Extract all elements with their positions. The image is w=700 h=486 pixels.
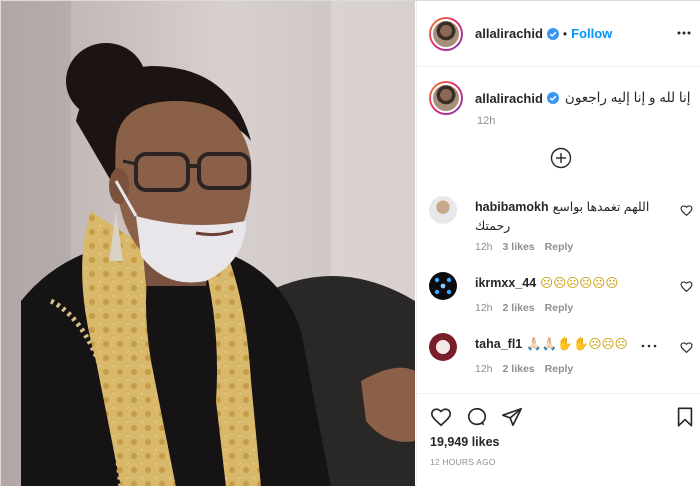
post-photo[interactable] [1,1,415,486]
follow-button[interactable]: Follow [571,26,612,41]
post-caption: allalirachid إنا لله و إنا إليه راجعون 1… [429,81,691,127]
caption-author-avatar[interactable] [429,81,463,115]
reply-button[interactable]: Reply [545,363,574,375]
commenter-avatar[interactable] [429,333,457,361]
likes-count[interactable]: 19,949 likes [430,435,500,449]
post-header: allalirachid • Follow [417,1,700,67]
comment-meta: 12h 2 likes Reply [475,363,583,375]
caption-timestamp[interactable]: 12h [477,115,495,127]
bookmark-icon[interactable] [674,406,696,428]
comment-text: ☹☹☹☹☹☹ [540,276,619,290]
comment-time[interactable]: 12h [475,302,493,314]
comment-time[interactable]: 12h [475,363,493,375]
verified-badge-icon [546,92,559,104]
commenter-username[interactable]: taha_fl1 [475,337,522,351]
post-side-panel: allalirachid • Follow allalirachid إنا ل… [416,1,700,486]
paper-plane-icon[interactable] [501,406,523,428]
heart-icon[interactable] [430,406,452,428]
instagram-post: allalirachid • Follow allalirachid إنا ل… [0,0,700,486]
author-avatar[interactable] [429,16,463,51]
comment-more-options-icon[interactable] [641,343,657,349]
more-options-icon[interactable] [676,25,692,41]
post-photo-illustration [1,1,415,486]
comment-text-line2: رحمتك [475,219,511,233]
comment-text: 🙏🏻🙏🏻✋✋☹☹☹ [526,337,628,351]
verified-badge-icon [546,27,559,40]
plus-circle-icon[interactable] [550,147,572,169]
commenter-avatar-art [434,277,452,295]
commenter-username[interactable]: habibamokh [475,200,549,214]
comment-like-heart-icon[interactable] [680,204,693,217]
comment-likes[interactable]: 3 likes [503,241,535,253]
post-actions: 19,949 likes 12 HOURS AGO [417,393,700,486]
comment-text: اللهم تغمدها بواسع [552,200,650,214]
commenter-username[interactable]: ikrmxx_44 [475,276,536,290]
comment-time[interactable]: 12h [475,241,493,253]
comment-likes[interactable]: 2 likes [503,302,535,314]
comment-meta: 12h 2 likes Reply [475,302,583,314]
reply-button[interactable]: Reply [545,241,574,253]
comment-like-heart-icon[interactable] [680,341,693,354]
author-username[interactable]: allalirachid [475,26,543,41]
comment-icon[interactable] [466,406,488,428]
comment-likes[interactable]: 2 likes [503,363,535,375]
separator-dot: • [562,26,568,41]
caption-author-username[interactable]: allalirachid [475,91,543,106]
commenter-avatar[interactable] [429,196,457,224]
comment-like-heart-icon[interactable] [680,280,693,293]
caption-text: إنا لله و إنا إليه راجعون [564,90,691,105]
commenter-avatar[interactable] [429,272,457,300]
comment-meta: 12h 3 likes Reply [475,241,583,253]
reply-button[interactable]: Reply [545,302,574,314]
post-timestamp[interactable]: 12 HOURS AGO [430,457,496,467]
